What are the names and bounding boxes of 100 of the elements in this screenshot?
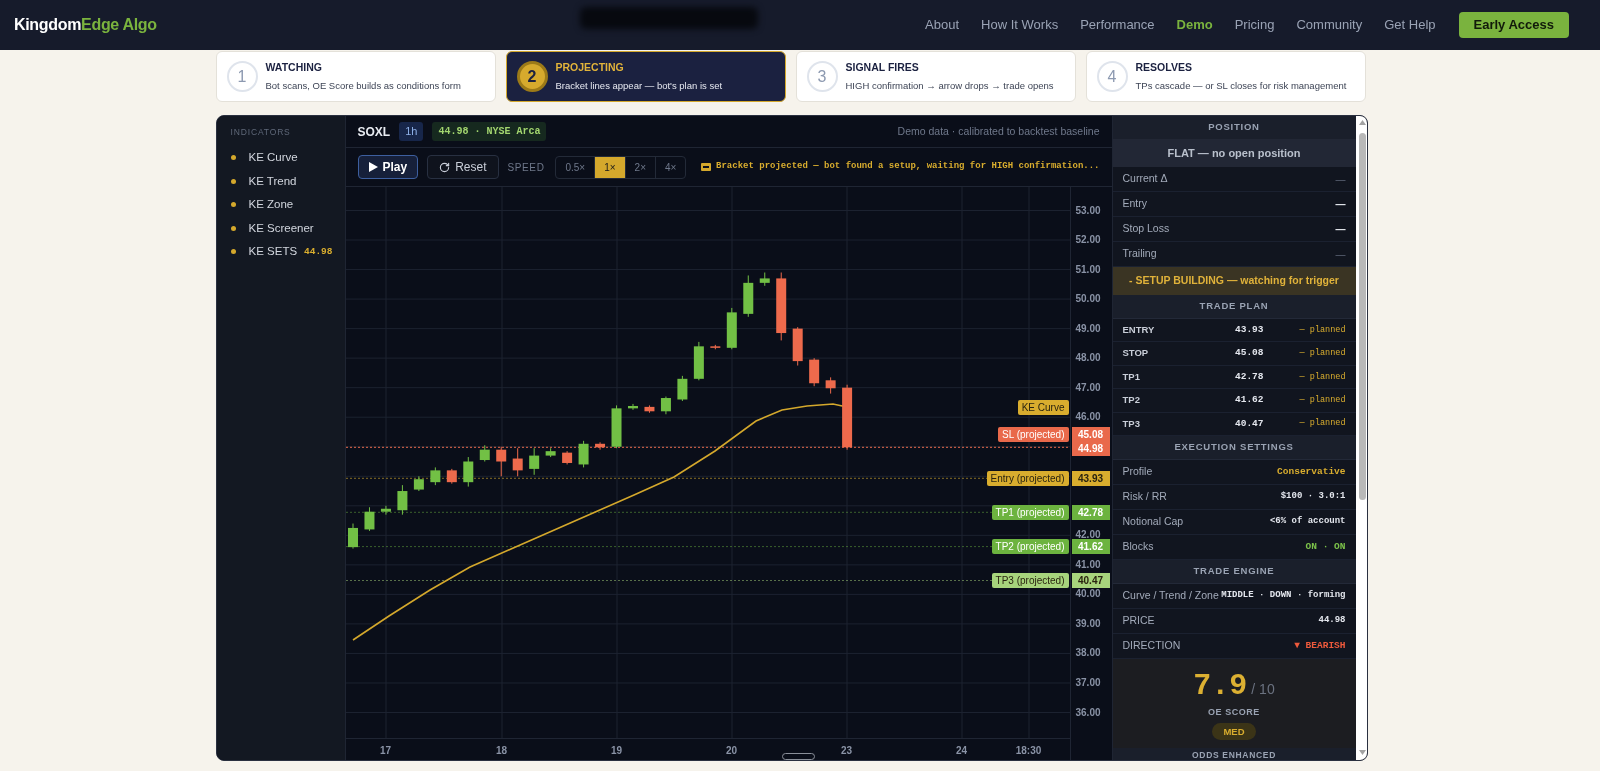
rising-candle — [627, 403, 638, 411]
falling-candle — [775, 272, 786, 341]
step-description: Bracket lines appear — bot's plan is set — [555, 78, 723, 93]
nav-link[interactable]: How It Works — [981, 15, 1059, 35]
step-number: 4 — [1096, 61, 1128, 92]
speed-option[interactable]: 0.5× — [556, 156, 595, 178]
row-value: — — [1335, 222, 1346, 237]
quote-badge: 44.98 · NYSE Arca — [432, 122, 547, 141]
indicator-label: KE Screener — [248, 220, 314, 236]
rising-candle — [693, 341, 704, 381]
indicator-value: 44.98 — [304, 244, 333, 259]
nav-link[interactable]: Get Help — [1384, 15, 1436, 35]
indicator-label: KE Curve — [248, 150, 298, 166]
nav-link[interactable]: Community — [1296, 15, 1363, 35]
price-axis-label: 50.00 — [1075, 293, 1101, 306]
time-axis-label: 17 — [379, 744, 392, 758]
row-label: Current Δ — [1122, 171, 1168, 187]
price-axis-label: 46.00 — [1075, 411, 1101, 424]
step-description: HIGH confirmation → arrow drops → trade opens — [845, 78, 1054, 93]
scrollbar[interactable] — [1355, 116, 1367, 760]
falling-candle — [446, 468, 457, 485]
step-description: TPs cascade — or SL closes for risk management — [1135, 78, 1347, 93]
bullet-icon — [230, 202, 236, 208]
early-access-button[interactable]: Early Access — [1458, 12, 1569, 38]
line-label: TP2 (projected) — [991, 539, 1069, 554]
score-value: 7.9 — [1193, 669, 1248, 702]
row-label: PRICE — [1122, 613, 1155, 629]
rising-candle — [611, 404, 621, 449]
sidebar-heading: INDICATORS — [230, 126, 292, 139]
rising-candle — [380, 505, 391, 516]
price-axis-label: 42.00 — [1075, 529, 1101, 542]
row-label: Curve / Trend / Zone — [1122, 588, 1219, 604]
row-label: Stop Loss — [1122, 221, 1170, 237]
rising-candle — [726, 307, 737, 350]
rising-candle — [660, 396, 671, 415]
time-axis-label: 18:30 — [1015, 744, 1042, 758]
line-label: SL (projected) — [998, 427, 1069, 442]
play-icon — [368, 162, 378, 172]
time-axis-label: 18 — [495, 744, 508, 758]
nav-link[interactable]: About — [925, 15, 960, 35]
play-button[interactable]: Play — [357, 155, 419, 179]
setup-banner: - SETUP BUILDING — watching for trigger — [1112, 267, 1356, 295]
section-header: POSITION — [1112, 116, 1356, 139]
ticker-symbol: SOXL — [357, 123, 391, 141]
row-value: ON · ON — [1305, 539, 1346, 554]
time-axis-label: 20 — [725, 744, 738, 758]
row-value: MIDDLE · DOWN · forming — [1221, 589, 1346, 603]
plan-value: 42.78 — [1234, 369, 1264, 384]
scrollbar-thumb[interactable] — [1358, 133, 1366, 500]
price-axis-label: 41.00 — [1075, 558, 1101, 571]
rising-candle — [413, 475, 424, 492]
falling-candle — [808, 357, 819, 387]
bullet-icon — [230, 178, 236, 184]
price-tag: 43.93 — [1071, 471, 1110, 486]
time-axis-label: 24 — [955, 744, 968, 758]
price-axis-label: 36.00 — [1075, 706, 1101, 719]
plan-label: TP3 — [1122, 416, 1141, 431]
speed-option[interactable]: 2× — [624, 156, 655, 178]
rising-candle — [347, 523, 358, 550]
section-header: TRADE ENGINE — [1112, 559, 1356, 584]
plan-status: — planned — [1299, 347, 1346, 360]
row-value: — — [1335, 247, 1346, 262]
plan-value: 43.93 — [1234, 323, 1264, 338]
scroll-down-icon[interactable] — [1358, 750, 1366, 755]
step-title: PROJECTING — [555, 60, 625, 75]
step-number: 3 — [806, 61, 838, 92]
line-label: TP1 (projected) — [991, 505, 1069, 520]
rising-candle — [759, 272, 770, 287]
speed-option[interactable]: 4× — [655, 156, 686, 178]
price-tag: 42.78 — [1071, 505, 1110, 520]
row-value: ▼ BEARISH — [1294, 638, 1346, 653]
row-value: Conservative — [1277, 464, 1346, 479]
row-label: Entry — [1122, 196, 1147, 212]
rising-candle — [363, 506, 374, 532]
score-scale: / 10 — [1251, 679, 1275, 699]
price-axis-label: 47.00 — [1075, 381, 1101, 394]
nav-link[interactable]: Demo — [1176, 15, 1213, 35]
nav-link[interactable]: Pricing — [1234, 15, 1275, 35]
nav-link[interactable]: Performance — [1080, 15, 1155, 35]
rising-candle — [578, 440, 589, 468]
falling-candle — [825, 376, 836, 395]
row-value: <6% of account — [1269, 515, 1346, 529]
rising-candle — [479, 444, 490, 462]
logo[interactable]: KingdomEdge Algo — [14, 13, 157, 37]
demo-note: Demo data · calibrated to backtest baseline — [897, 123, 1100, 139]
row-value: — — [1335, 172, 1346, 187]
frame-icon — [701, 163, 712, 171]
line-label: TP3 (projected) — [991, 573, 1069, 588]
indicator-label: KE Zone — [248, 197, 294, 213]
falling-candle — [643, 404, 654, 414]
bullet-icon — [230, 155, 236, 161]
interval-badge[interactable]: 1h — [399, 122, 424, 141]
plan-status: — planned — [1299, 323, 1346, 337]
falling-candle — [841, 384, 852, 451]
price-axis-label: 52.00 — [1075, 234, 1101, 246]
scroll-up-icon[interactable] — [1358, 120, 1366, 125]
reset-button[interactable]: Reset — [427, 155, 499, 179]
rising-candle — [462, 456, 473, 488]
speed-option[interactable]: 1× — [594, 156, 625, 178]
rising-candle — [545, 447, 556, 458]
